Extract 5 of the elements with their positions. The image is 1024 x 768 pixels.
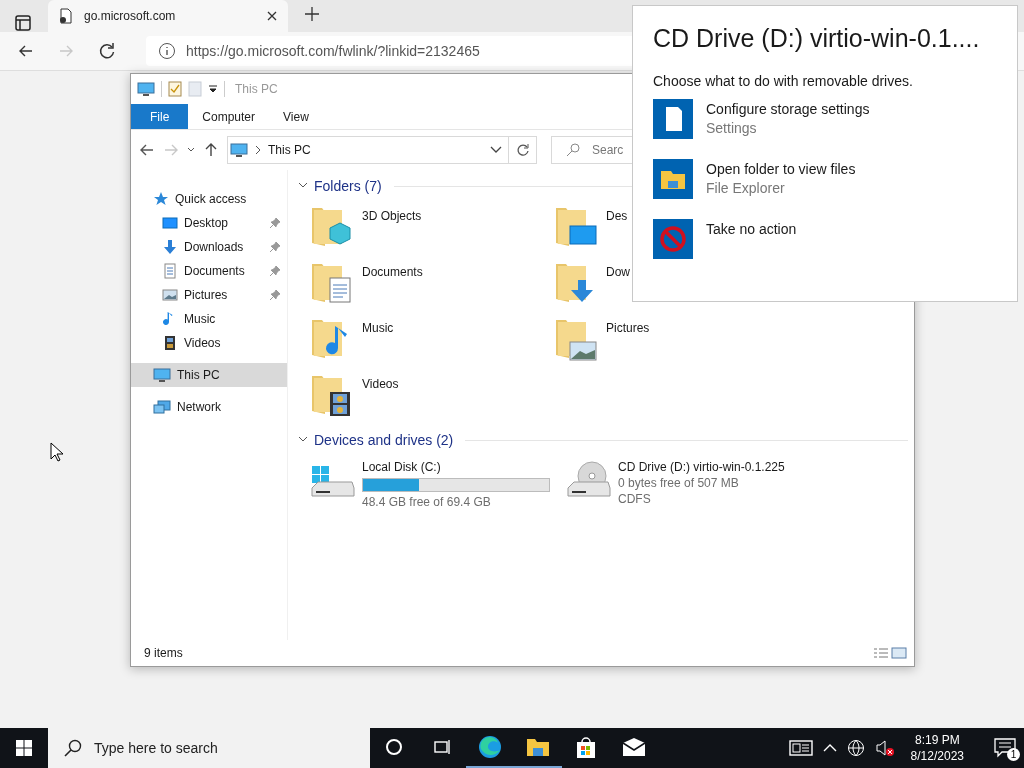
status-text: 9 items [144,646,184,660]
panel-prompt: Choose what to do with removable drives. [653,73,914,89]
url-text: https://go.microsoft.com/fwlink/?linkid=2132465 [186,43,480,59]
window-title: This PC [235,82,278,96]
notification-badge: 1 [1007,748,1020,761]
